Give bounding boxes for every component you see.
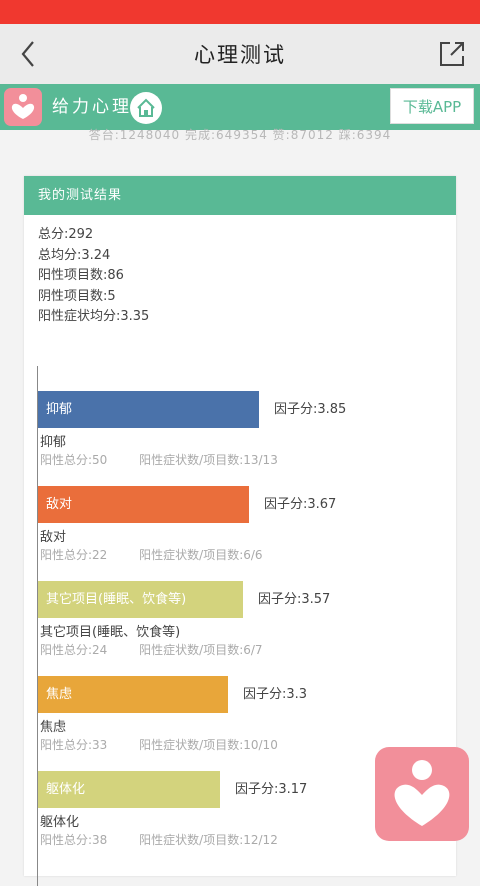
factor-symptom-ratio: 阳性症状数/项目数:13/13	[139, 453, 278, 467]
factor-score: 因子分:3.17	[235, 782, 308, 797]
share-button[interactable]	[434, 36, 470, 72]
nav-bar: 心理测试	[0, 24, 480, 84]
factor-name: 躯体化	[40, 815, 80, 830]
factor-name: 抑郁	[40, 435, 67, 450]
factor-symptom-ratio: 阳性症状数/项目数:12/12	[139, 833, 278, 847]
factor-bar: 躯体化	[38, 771, 220, 808]
page-title: 心理测试	[194, 43, 286, 67]
factor-symptom-ratio: 阳性症状数/项目数:10/10	[139, 738, 278, 752]
result-summary: 总分:292 总均分:3.24 阳性项目数:86 阴性项目数:5 阳性症状均分:…	[24, 215, 456, 328]
factor-detail: 阳性总分:33 阳性症状数/项目数:10/10	[40, 736, 278, 753]
home-icon[interactable]	[130, 92, 162, 124]
app-logo	[4, 88, 42, 126]
factor-name: 焦虑	[40, 720, 67, 735]
factor-bar: 敌对	[38, 486, 249, 523]
chart-axis	[37, 366, 38, 886]
factor-score: 因子分:3.67	[264, 497, 337, 512]
back-button[interactable]	[10, 36, 46, 72]
factor-bar: 焦虑	[38, 676, 228, 713]
factor-detail: 阳性总分:22 阳性症状数/项目数:6/6	[40, 546, 263, 563]
factor-symptom-ratio: 阳性症状数/项目数:6/7	[139, 643, 263, 657]
factor-score: 因子分:3.3	[243, 687, 308, 702]
back-arrow-icon	[21, 41, 34, 67]
factor-detail: 阳性总分:50 阳性症状数/项目数:13/13	[40, 451, 278, 468]
floating-app-button[interactable]	[375, 747, 469, 841]
factor-detail: 阳性总分:24 阳性症状数/项目数:6/7	[40, 641, 263, 658]
test-stats: 答台:1248040 完成:649354 赞:87012 踩:6394	[88, 128, 392, 142]
factor-score: 因子分:3.57	[258, 592, 331, 607]
factor-positive-total: 阳性总分:38	[40, 833, 108, 847]
app-promo-banner: 给力心理 下载APP	[0, 84, 480, 130]
factor-detail: 阳性总分:38 阳性症状数/项目数:12/12	[40, 831, 278, 848]
result-card-title: 我的测试结果	[24, 176, 456, 215]
factor-name: 敌对	[40, 530, 67, 545]
factor-bar: 其它项目(睡眠、饮食等)	[38, 581, 243, 618]
summary-total: 总分:292	[38, 227, 94, 242]
factor-positive-total: 阳性总分:24	[40, 643, 108, 657]
factor-positive-total: 阳性总分:33	[40, 738, 108, 752]
app-name: 给力心理	[52, 97, 132, 117]
factor-positive-total: 阳性总分:50	[40, 453, 108, 467]
heart-person-icon	[11, 94, 35, 119]
factor-name: 其它项目(睡眠、饮食等)	[40, 625, 181, 640]
factor-positive-total: 阳性总分:22	[40, 548, 108, 562]
factor-symptom-ratio: 阳性症状数/项目数:6/6	[139, 548, 263, 562]
summary-mean: 总均分:3.24	[38, 247, 111, 263]
summary-negative-count: 阴性项目数:5	[38, 288, 116, 304]
heart-person-icon	[394, 760, 450, 826]
status-bar	[0, 0, 480, 24]
download-app-button[interactable]: 下载APP	[390, 88, 474, 124]
house-glyph	[137, 98, 155, 117]
factor-score: 因子分:3.85	[274, 402, 347, 417]
factor-bar: 抑郁	[38, 391, 259, 428]
summary-positive-mean: 阳性症状均分:3.35	[38, 309, 150, 324]
summary-positive-count: 阳性项目数:86	[38, 268, 124, 283]
share-icon	[440, 42, 464, 66]
